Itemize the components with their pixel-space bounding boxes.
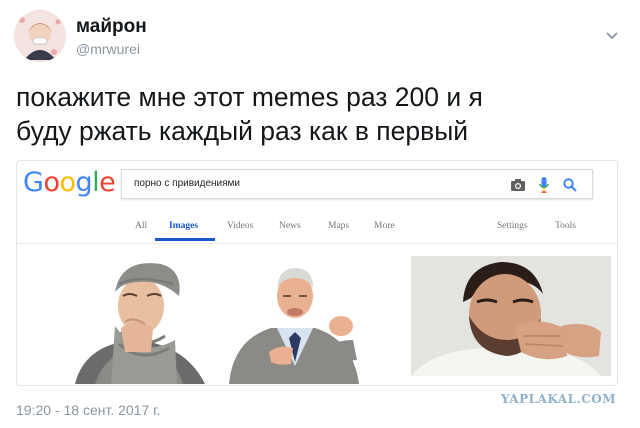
tweet-text-line: покажите мне этот memes раз 200 и я [16,82,483,112]
tab-videos: Videos [227,221,254,231]
tab-tools: Tools [555,221,576,231]
search-tabs: All Images Videos News Maps More Setting… [17,215,617,241]
tab-all: All [135,221,148,231]
camera-icon [510,177,526,193]
tab-maps: Maps [328,221,350,231]
tweet-header: майрон @mrwurei [14,10,626,66]
active-tab-indicator [155,238,215,241]
tweet-media-image[interactable]: Google порно с привидениями All Images V… [16,160,618,386]
logo-letter: g [75,167,93,198]
display-name[interactable]: майрон [76,16,147,38]
search-icon [562,177,578,193]
search-input: порно с привидениями [121,169,593,199]
divider [17,243,617,244]
chevron-down-icon[interactable] [602,26,622,46]
logo-letter: o [43,167,60,198]
image-result [65,256,217,384]
microphone-icon [538,176,550,194]
tweet-text: покажите мне этот memes раз 200 и я буду… [16,80,616,148]
search-query: порно с привидениями [134,178,241,189]
tweet-timestamp[interactable]: 19:20 - 18 сент. 2017 г. [16,402,160,418]
tab-settings: Settings [497,221,528,231]
user-handle[interactable]: @mrwurei [76,41,140,57]
logo-letter: e [99,167,116,198]
image-result [411,256,611,376]
logo-letter: l [92,167,100,198]
logo-letter: G [23,167,44,198]
avatar[interactable] [14,10,66,62]
tab-images: Images [169,221,199,231]
logo-letter: o [59,167,76,198]
tab-more: More [374,221,395,231]
tab-news: News [279,221,301,231]
tweet-text-line: буду ржать каждый раз как в первый [16,116,469,146]
google-logo: Google [23,167,116,198]
watermark: YAPLAKAL.COM [500,392,616,406]
image-result [223,256,367,384]
